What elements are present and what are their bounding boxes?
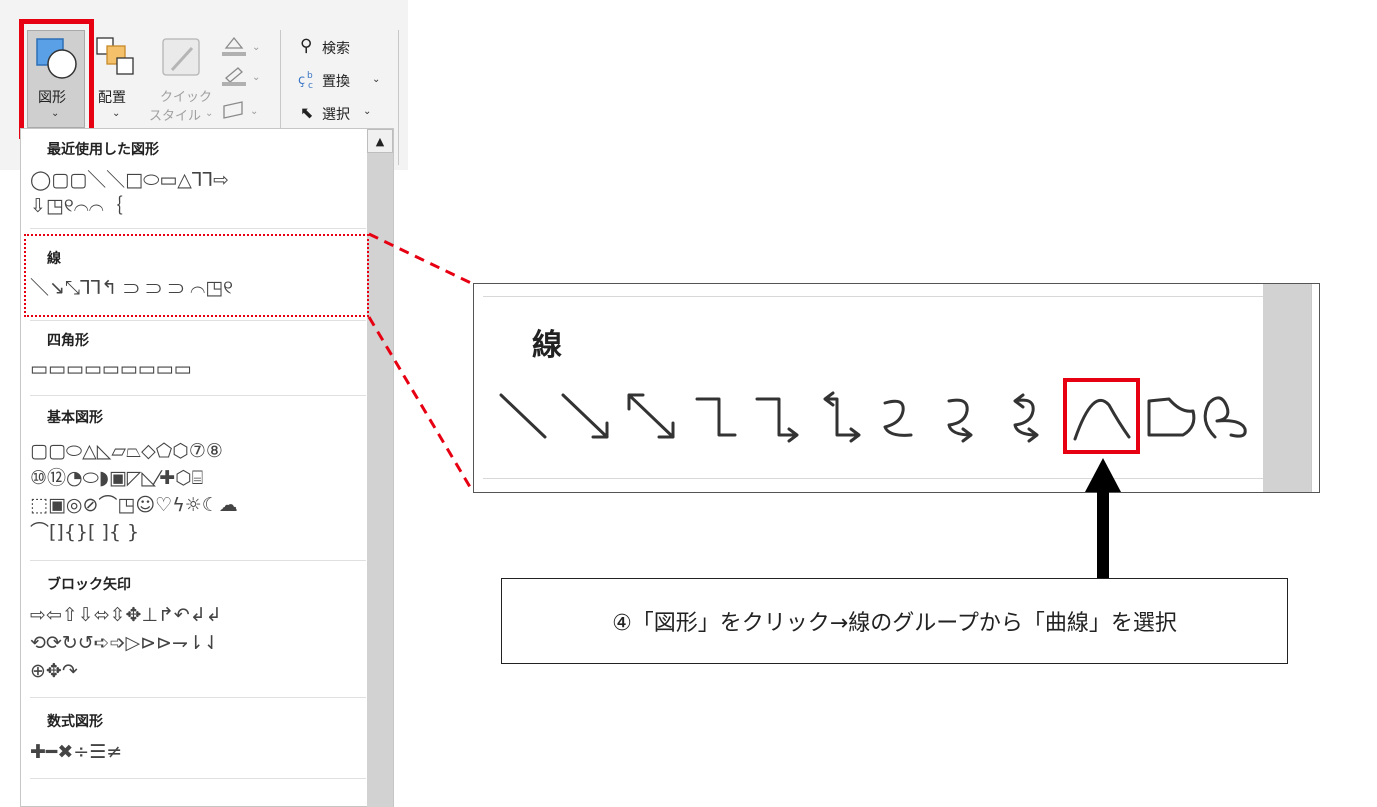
elbow-connector-icon: [695, 397, 737, 437]
line-double-arrow-icon: [627, 393, 675, 439]
zoom-section-title: 線: [532, 328, 562, 363]
zoom-line-shapes: [499, 391, 1247, 443]
instruction-caption: ④「図形」をクリック→線のグループから「曲線」を選択: [501, 578, 1288, 664]
pointer-arrow-up-icon: [1085, 458, 1121, 492]
pointer-arrow-shaft: [1097, 490, 1109, 578]
elbow-double-arrow-icon: [823, 391, 861, 443]
curved-arrow-icon: [947, 398, 973, 443]
curved-double-arrow-icon: [1013, 393, 1039, 443]
curve-highlight: [1063, 378, 1140, 454]
elbow-arrow-icon: [755, 397, 799, 443]
zoom-divider: [483, 296, 1263, 297]
scribble-icon: [1203, 396, 1247, 439]
line-icon: [499, 393, 547, 439]
zoom-scrollbar: [1263, 284, 1311, 492]
zoom-scrollbar-edge: [1311, 284, 1312, 492]
freeform-shape-icon: [1147, 397, 1196, 437]
curved-connector-icon: [883, 399, 913, 437]
line-arrow-icon: [561, 393, 609, 439]
zoom-divider: [483, 478, 1263, 479]
